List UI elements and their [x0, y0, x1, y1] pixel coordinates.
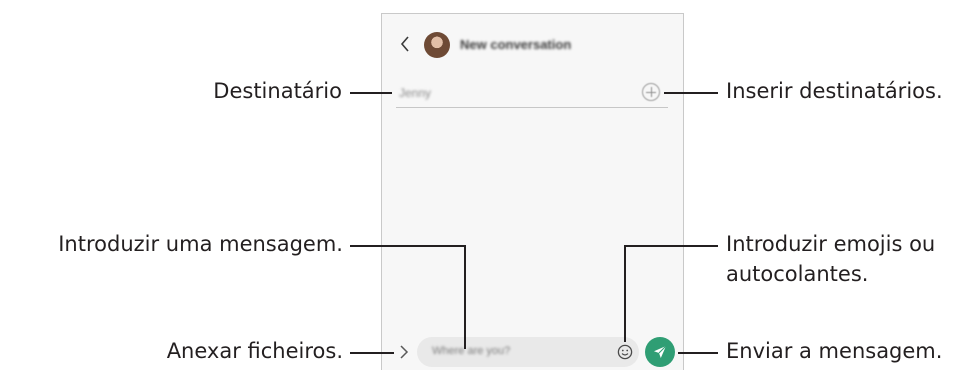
send-button[interactable]	[645, 337, 675, 367]
callout-attach-files: Anexar ficheiros.	[166, 339, 343, 363]
send-icon	[654, 345, 667, 358]
callout-emoji-line2: autocolantes.	[726, 262, 869, 286]
leader-enter-message-v	[464, 245, 466, 349]
leader-enter-message-h	[350, 245, 465, 247]
callout-recipient: Destinatário	[213, 79, 342, 103]
callout-add-recipients: Inserir destinatários.	[726, 79, 943, 103]
callout-emoji-line1: Introduzir emojis ou	[726, 232, 936, 256]
leader-emoji-v	[624, 245, 626, 342]
emoji-icon[interactable]	[617, 344, 633, 360]
callout-send-message: Enviar a mensagem.	[726, 339, 943, 363]
leader-emoji-h	[624, 245, 718, 247]
leader-attach-files	[350, 352, 394, 354]
leader-recipient	[350, 92, 392, 94]
contact-avatar	[424, 32, 450, 58]
add-recipient-icon[interactable]	[642, 83, 660, 101]
phone-screen	[381, 13, 684, 370]
back-arrow-icon[interactable]	[398, 34, 412, 54]
recipient-divider	[396, 107, 668, 108]
callout-enter-message: Introduzir uma mensagem.	[58, 232, 343, 256]
conversation-title: New conversation	[460, 37, 572, 52]
leader-send-message	[678, 352, 718, 354]
expand-icon[interactable]	[398, 344, 410, 360]
messages-callout-diagram: New conversation Jenny Where are you? De…	[0, 0, 971, 370]
recipient-field[interactable]: Jenny	[399, 86, 431, 100]
leader-add-recipients	[664, 92, 718, 94]
message-input-placeholder: Where are you?	[432, 345, 511, 357]
